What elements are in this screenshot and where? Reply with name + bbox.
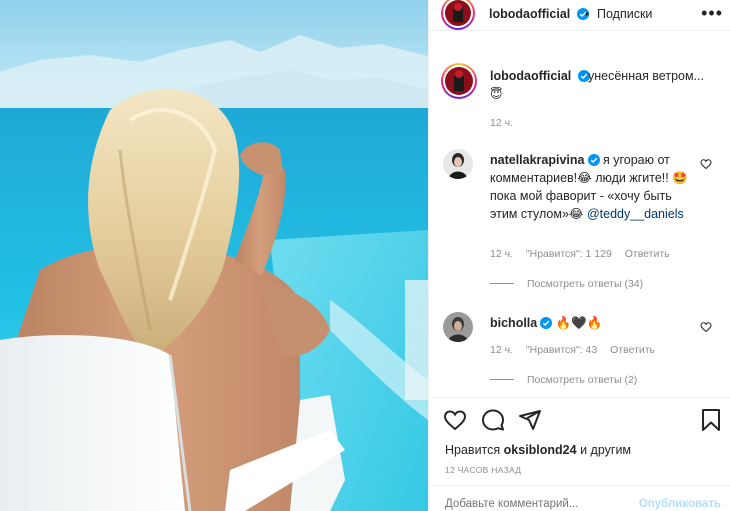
comment-meta: 12 ч. "Нравится": 43 Ответить: [490, 344, 665, 356]
author-avatar[interactable]: [441, 0, 475, 30]
view-replies-button[interactable]: Посмотреть ответы (34): [490, 278, 643, 290]
likes-summary: Нравится oksiblond24 и другим: [445, 443, 631, 457]
comment-username[interactable]: natellakrapivina: [490, 153, 585, 167]
comment-meta: 12 ч. "Нравится": 1 129 Ответить: [490, 248, 680, 260]
caption-emoji: 😇: [490, 87, 503, 101]
comment-time[interactable]: 12 ч.: [490, 248, 513, 260]
likes-others-link[interactable]: и другим: [580, 443, 631, 457]
comment-likes-count[interactable]: "Нравится": 1 129: [526, 248, 612, 260]
caption-text: унесённая ветром...: [588, 69, 704, 83]
post-photo[interactable]: [0, 0, 428, 511]
caption-username[interactable]: lobodaofficial: [490, 69, 590, 83]
comment-text: 🔥🖤🔥: [555, 316, 603, 330]
post-actions: Нравится oksiblond24 и другим 12 ЧАСОВ Н…: [429, 397, 730, 511]
bookmark-icon[interactable]: [699, 408, 723, 432]
likes-user-link[interactable]: oksiblond24: [504, 443, 577, 457]
more-icon[interactable]: •••: [701, 3, 723, 24]
post-date[interactable]: 12 ЧАСОВ НАЗАД: [445, 465, 521, 475]
view-replies-button[interactable]: Посмотреть ответы (2): [490, 374, 637, 386]
view-replies-label[interactable]: Посмотреть ответы (2): [527, 374, 637, 386]
likes-prefix: Нравится: [445, 443, 501, 457]
author-username[interactable]: lobodaofficial: [489, 7, 589, 21]
add-comment-bar: Опубликовать: [429, 485, 730, 511]
following-button[interactable]: Подписки: [597, 7, 652, 21]
caption-username-text[interactable]: lobodaofficial: [490, 69, 571, 83]
caption-timestamp[interactable]: 12 ч.: [490, 117, 513, 129]
publish-button[interactable]: Опубликовать: [639, 498, 721, 510]
comment-like-heart-icon[interactable]: [700, 321, 712, 333]
comment-icon[interactable]: [481, 408, 505, 432]
comment-avatar[interactable]: [443, 149, 473, 179]
comment-time[interactable]: 12 ч.: [490, 344, 513, 356]
post-panel: lobodaofficial • Подписки ••• lobodaoffi…: [428, 0, 730, 511]
caption-avatar-image: [445, 67, 473, 95]
comment-likes-count[interactable]: "Нравится": 43: [526, 344, 597, 356]
comment-mention-link[interactable]: @teddy__daniels: [587, 207, 684, 221]
comment-reply-button[interactable]: Ответить: [610, 344, 655, 356]
comment-avatar[interactable]: [443, 312, 473, 342]
author-username-text[interactable]: lobodaofficial: [489, 7, 570, 21]
heart-icon[interactable]: [443, 408, 467, 432]
view-replies-label[interactable]: Посмотреть ответы (34): [527, 278, 643, 290]
post-header: lobodaofficial • Подписки •••: [429, 0, 730, 31]
caption-avatar[interactable]: [441, 63, 477, 99]
verified-icon: [540, 317, 553, 329]
share-icon[interactable]: [518, 408, 542, 432]
verified-icon: [587, 154, 600, 166]
separator-dot: •: [585, 7, 590, 21]
add-comment-input[interactable]: [445, 498, 605, 510]
comment-reply-button[interactable]: Ответить: [625, 248, 670, 260]
comment-body: bicholla 🔥🖤🔥: [490, 314, 695, 332]
photo-image: [0, 0, 428, 511]
comment-username[interactable]: bicholla: [490, 316, 537, 330]
comment-like-heart-icon[interactable]: [700, 158, 712, 170]
comment-body: natellakrapivina я угораю от комментарие…: [490, 151, 695, 223]
author-avatar-image: [445, 0, 471, 26]
